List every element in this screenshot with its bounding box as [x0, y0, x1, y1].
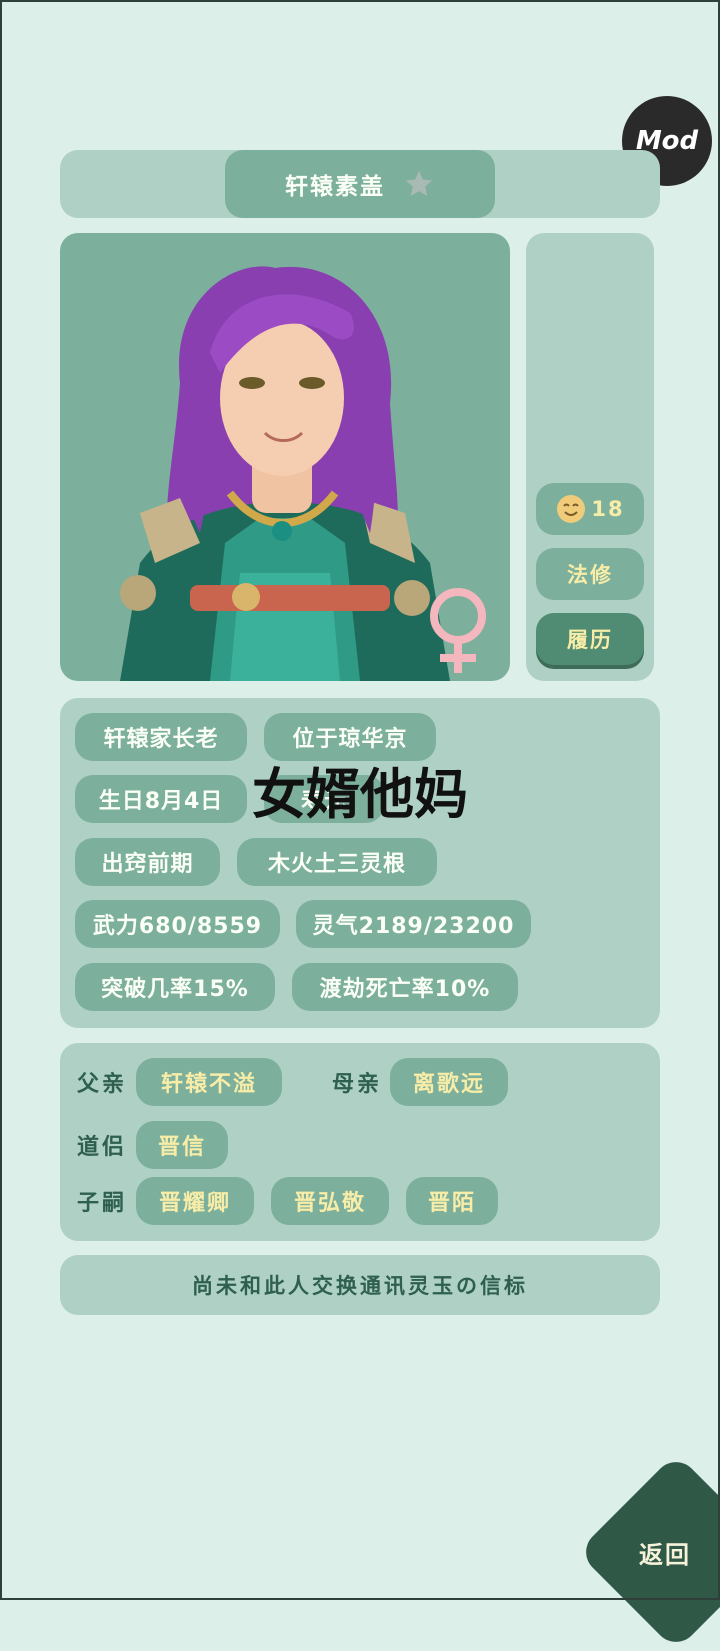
father-button[interactable]: 轩辕不溢 [136, 1058, 282, 1106]
title-bar: 轩辕素盖 [60, 150, 660, 218]
info-tag-force: 武力680/8559 [75, 900, 280, 948]
beacon-text: 尚未和此人交换通讯灵玉の信标 [192, 1274, 528, 1298]
type-label: 法修 [567, 563, 613, 587]
mood-indicator: 18 [536, 483, 644, 535]
mood-value: 18 [591, 497, 625, 521]
overlay-caption: 女婿他妈 [252, 763, 468, 826]
partner-label: 道侣 [77, 1135, 128, 1160]
info-tag-location: 位于琼华京 [264, 713, 436, 761]
resume-button[interactable]: 履历 [536, 613, 644, 665]
mother-button[interactable]: 离歌远 [390, 1058, 508, 1106]
star-icon[interactable] [403, 168, 435, 200]
portrait-illustration [120, 266, 486, 681]
mother-label: 母亲 [332, 1072, 383, 1097]
child-button-2[interactable]: 晋弘敬 [271, 1177, 389, 1225]
female-icon [430, 588, 486, 673]
partner-button[interactable]: 晋信 [136, 1121, 228, 1169]
beacon-status: 尚未和此人交换通讯灵玉の信标 [60, 1255, 660, 1315]
info-tag-spirit-root: 木火土三灵根 [237, 838, 437, 886]
info-tag-birthday: 生日8月4日 [75, 775, 247, 823]
character-portrait [60, 233, 510, 681]
type-button[interactable]: 法修 [536, 548, 644, 600]
family-panel: 父亲 轩辕不溢 母亲 离歌远 道侣 晋信 子嗣 晋耀卿 晋弘敬 晋陌 [60, 1043, 660, 1241]
child-button-3[interactable]: 晋陌 [406, 1177, 498, 1225]
father-label: 父亲 [77, 1072, 128, 1097]
children-label: 子嗣 [77, 1191, 128, 1216]
info-panel: 轩辕家长老 位于琼华京 生日8月4日 寿元 出窍前期 木火土三灵根 武力680/… [60, 698, 660, 1028]
info-tag-spirit-energy: 灵气2189/23200 [296, 900, 531, 948]
side-panel: 18 法修 履历 [526, 233, 654, 681]
character-name-pill: 轩辕素盖 [225, 150, 495, 218]
character-name: 轩辕素盖 [285, 174, 385, 200]
info-tag-breakthrough: 突破几率15% [75, 963, 275, 1011]
resume-label: 履历 [567, 628, 613, 652]
info-tag-realm: 出窍前期 [75, 838, 220, 886]
info-tag-title: 轩辕家长老 [75, 713, 247, 761]
smile-icon [557, 495, 586, 523]
back-label[interactable]: 返回 [630, 1532, 700, 1572]
child-button-1[interactable]: 晋耀卿 [136, 1177, 254, 1225]
info-tag-tribulation: 渡劫死亡率10% [292, 963, 518, 1011]
